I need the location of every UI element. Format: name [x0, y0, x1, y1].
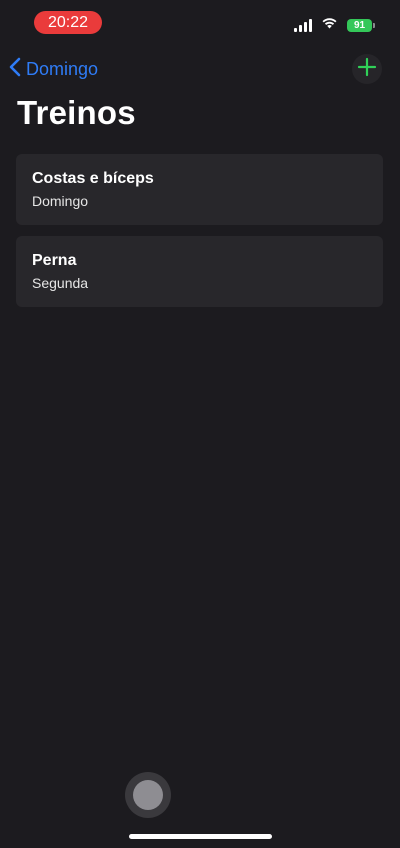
workout-name: Costas e bíceps: [32, 170, 154, 187]
chevron-left-icon: [8, 56, 22, 83]
page-title: Treinos: [17, 94, 136, 131]
workout-card-costas-biceps[interactable]: Costas e bíceps Domingo: [16, 154, 383, 225]
wifi-icon: [321, 16, 338, 34]
workouts-screen: 20:22 91 Domingo Treinos Costas e bíceps…: [0, 0, 400, 848]
back-button-label: Domingo: [26, 59, 99, 79]
workout-list: Costas e bíceps Domingo Perna Segunda: [16, 154, 383, 318]
workout-card-perna[interactable]: Perna Segunda: [16, 236, 383, 307]
status-indicators: 91: [294, 16, 375, 34]
home-indicator[interactable]: [129, 834, 272, 839]
workout-day: Domingo: [32, 193, 89, 209]
add-workout-button[interactable]: [352, 54, 382, 84]
battery-indicator: 91: [347, 18, 375, 32]
status-time[interactable]: 20:22: [34, 11, 102, 34]
battery-level: 91: [353, 19, 366, 31]
plus-icon: [357, 57, 377, 82]
workout-day: Segunda: [32, 275, 89, 291]
back-button[interactable]: Domingo: [8, 56, 98, 83]
assistive-touch-button[interactable]: [125, 772, 171, 818]
navigation-bar: Domingo: [0, 52, 400, 88]
assistive-touch-icon: [133, 780, 163, 810]
status-bar: 20:22 91: [0, 0, 400, 44]
workout-name: Perna: [32, 252, 77, 269]
cellular-signal-icon: [294, 18, 312, 32]
